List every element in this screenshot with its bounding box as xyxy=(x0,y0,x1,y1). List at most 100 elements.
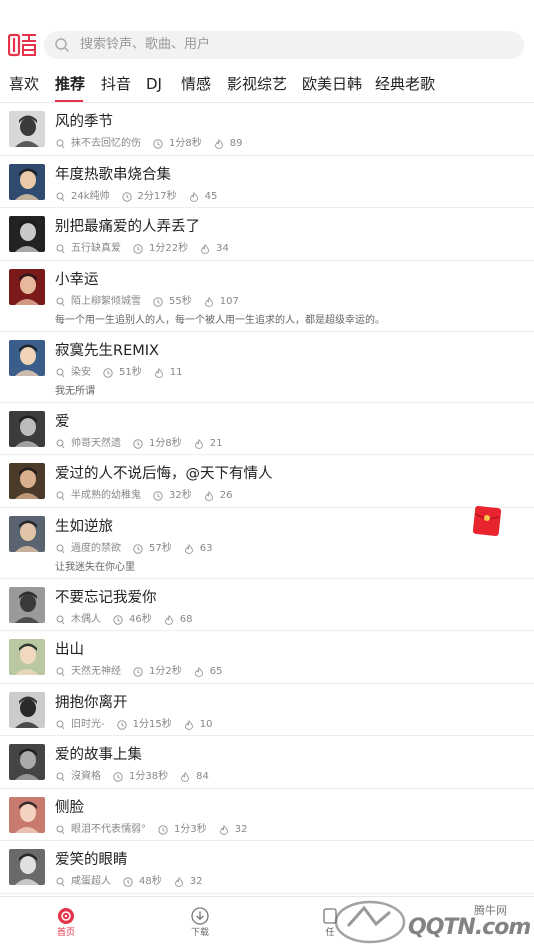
tab-western-jpkr[interactable]: 欧美日韩 xyxy=(302,74,362,94)
song-cover[interactable] xyxy=(9,586,45,623)
song-cover[interactable] xyxy=(9,163,45,200)
song-author[interactable]: 抹不去回忆的伤 xyxy=(71,137,141,151)
song-row[interactable]: 爱过的人不说后悔，@天下有情人半成熟的幼稚鬼 32秒 26 xyxy=(0,455,534,508)
search-placeholder: 搜索铃声、歌曲、用户 xyxy=(80,37,211,52)
song-hot-count: 26 xyxy=(219,490,233,501)
song-row[interactable]: 不要忘记我爱你 木偶人 46秒 68 xyxy=(0,579,534,631)
song-duration: 1分3秒 xyxy=(174,823,207,835)
song-duration: 32秒 xyxy=(169,490,192,501)
song-cover[interactable] xyxy=(9,463,45,499)
song-title[interactable]: 生如逆旅 xyxy=(55,518,113,536)
song-hot-count: 63 xyxy=(199,542,213,554)
nav-home-label: 首页 xyxy=(56,928,75,938)
song-title[interactable]: 侧脸 xyxy=(55,799,84,817)
fire-icon xyxy=(200,244,210,254)
song-cover[interactable] xyxy=(9,849,45,885)
song-meta: 過度的禁欲 57秒 63 xyxy=(55,542,224,556)
song-title[interactable]: 爱笑的眼睛 xyxy=(55,851,128,869)
song-row[interactable]: 爱帅哥天然遗 1分8秒 21 xyxy=(0,403,534,455)
red-packet-button[interactable] xyxy=(472,504,502,536)
song-title[interactable]: 小幸运 xyxy=(55,271,99,289)
app-logo[interactable] xyxy=(7,32,38,58)
song-title[interactable]: 出山 xyxy=(55,641,84,659)
song-description: 每一个用一生追别人的人，每一个被人用一生追求的人，都是超级幸运的。 xyxy=(55,314,385,326)
song-author[interactable]: 帅哥天然遗 xyxy=(71,437,121,451)
tab-like[interactable]: 喜欢 xyxy=(9,74,39,94)
red-packet-icon xyxy=(472,506,502,536)
tab-douyin[interactable]: 抖音 xyxy=(101,74,131,94)
song-cover[interactable] xyxy=(9,268,45,305)
song-duration: 55秒 xyxy=(169,295,192,307)
song-row[interactable]: 小幸运 陌上柳絮倾城雪 55秒 107 每一个用一生追别人的人，每一个被人用一生追求的人… xyxy=(0,261,534,332)
song-cover[interactable] xyxy=(9,744,45,780)
song-title[interactable]: 风的季节 xyxy=(55,113,113,131)
song-duration: 1分2秒 xyxy=(149,666,182,677)
song-meta: 天然无神经 1分2秒 65 xyxy=(55,665,234,679)
nav-download[interactable]: 下载 xyxy=(180,907,220,939)
clock-icon xyxy=(116,719,127,730)
song-row[interactable]: 出山 天然无神经 1分2秒 65 xyxy=(0,631,534,684)
song-hot-count: 10 xyxy=(199,718,213,730)
clock-icon xyxy=(153,139,163,149)
song-author[interactable]: 陌上柳絮倾城雪 xyxy=(71,295,141,309)
user-icon xyxy=(55,297,65,307)
song-meta: 抹不去回忆的伤 1分8秒 89 xyxy=(55,137,254,151)
song-title[interactable]: 爱过的人不说后悔，@天下有情人 xyxy=(55,465,273,483)
song-row[interactable]: 拥抱你离开 旧时光- 1分15秒 10 xyxy=(0,684,534,736)
song-author[interactable]: 旧时光- xyxy=(71,718,105,732)
song-row[interactable]: 年度热歌串烧合集 24k纯帅 2分17秒 45 xyxy=(0,156,534,208)
song-author[interactable]: 木偶人 xyxy=(71,613,101,627)
song-author[interactable]: 五行缺真爱 xyxy=(71,242,121,256)
song-row[interactable]: 别把最痛爱的人弄丢了 五行缺真爱 1分22秒 34 xyxy=(0,208,534,261)
song-cover[interactable] xyxy=(9,639,45,675)
song-row[interactable]: 生如逆旅 過度的禁欲 57秒 63 让我迷失在你心里 xyxy=(0,508,534,579)
song-duration: 1分38秒 xyxy=(129,771,169,782)
song-author[interactable]: 咸蛋超人 xyxy=(71,875,111,889)
tab-recommend[interactable]: 推荐 xyxy=(55,74,85,94)
song-title[interactable]: 爱 xyxy=(55,413,70,431)
song-duration: 1分8秒 xyxy=(169,138,202,149)
song-cover[interactable] xyxy=(9,111,45,147)
song-author[interactable]: 眼泪不代表懦弱° xyxy=(71,823,146,837)
tab-film-variety[interactable]: 影视综艺 xyxy=(227,74,287,94)
song-author[interactable]: 沒資格 xyxy=(71,770,101,784)
tab-emotion[interactable]: 情感 xyxy=(181,74,211,94)
song-title[interactable]: 别把最痛爱的人弄丢了 xyxy=(55,218,200,236)
song-cover[interactable] xyxy=(9,339,45,376)
song-row[interactable]: 风的季节 抹不去回忆的伤 1分8秒 89 xyxy=(0,103,534,156)
song-author[interactable]: 染安 xyxy=(71,366,91,380)
song-meta: 半成熟的幼稚鬼 32秒 26 xyxy=(55,489,244,503)
song-title[interactable]: 寂寞先生REMIX xyxy=(55,342,159,360)
song-author[interactable]: 24k纯帅 xyxy=(71,190,110,204)
song-cover[interactable] xyxy=(9,515,45,552)
song-author[interactable]: 天然无神经 xyxy=(71,665,121,679)
song-title[interactable]: 拥抱你离开 xyxy=(55,694,128,712)
song-title[interactable]: 爱的故事上集 xyxy=(55,746,142,764)
song-cover[interactable] xyxy=(9,216,45,252)
tab-classic-oldies[interactable]: 经典老歌 xyxy=(375,74,435,94)
nav-home[interactable]: 首页 xyxy=(46,907,86,939)
clock-icon xyxy=(153,491,163,501)
song-meta: 陌上柳絮倾城雪 55秒 107 xyxy=(55,295,251,309)
song-title[interactable]: 年度热歌串烧合集 xyxy=(55,166,171,184)
user-icon xyxy=(55,244,65,254)
song-cover[interactable] xyxy=(9,796,45,833)
song-author[interactable]: 過度的禁欲 xyxy=(71,542,121,556)
song-hot-count: 45 xyxy=(204,190,218,202)
song-cover[interactable] xyxy=(9,691,45,728)
song-list: 风的季节 抹不去回忆的伤 1分8秒 89 年度热歌串烧合集 24k纯帅 2分17秒 45 别把最… xyxy=(0,103,534,894)
song-hot-count: 84 xyxy=(196,771,209,782)
user-icon xyxy=(55,772,65,782)
song-row[interactable]: 侧脸 眼泪不代表懦弱° 1分3秒 32 xyxy=(0,789,534,841)
search-input[interactable]: 搜索铃声、歌曲、用户 xyxy=(44,31,524,59)
song-row[interactable]: 寂寞先生REMIX 染安 51秒 11 我无所谓 xyxy=(0,332,534,403)
song-duration: 1分22秒 xyxy=(149,243,189,254)
user-icon xyxy=(55,192,65,202)
song-title[interactable]: 不要忘记我爱你 xyxy=(55,589,157,607)
song-author[interactable]: 半成熟的幼稚鬼 xyxy=(71,489,141,503)
song-cover[interactable] xyxy=(9,410,45,447)
clock-icon xyxy=(103,367,113,378)
song-row[interactable]: 爱的故事上集沒資格 1分38秒 84 xyxy=(0,736,534,789)
download-icon xyxy=(191,907,209,925)
tab-dj[interactable]: DJ xyxy=(146,74,162,94)
